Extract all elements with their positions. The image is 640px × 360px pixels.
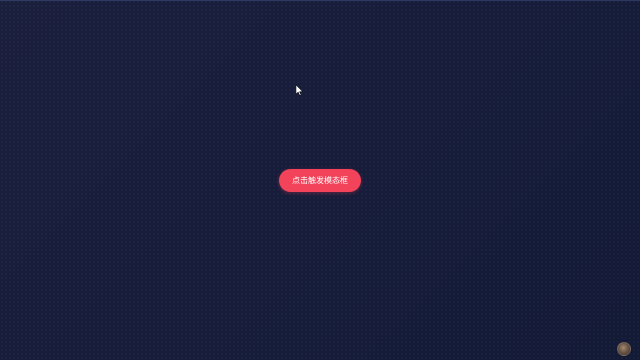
user-avatar-icon[interactable] [617,342,631,356]
pointer-cursor-icon [296,85,304,96]
top-border [0,0,640,1]
open-modal-button[interactable]: 点击触发模态框 [279,169,361,192]
